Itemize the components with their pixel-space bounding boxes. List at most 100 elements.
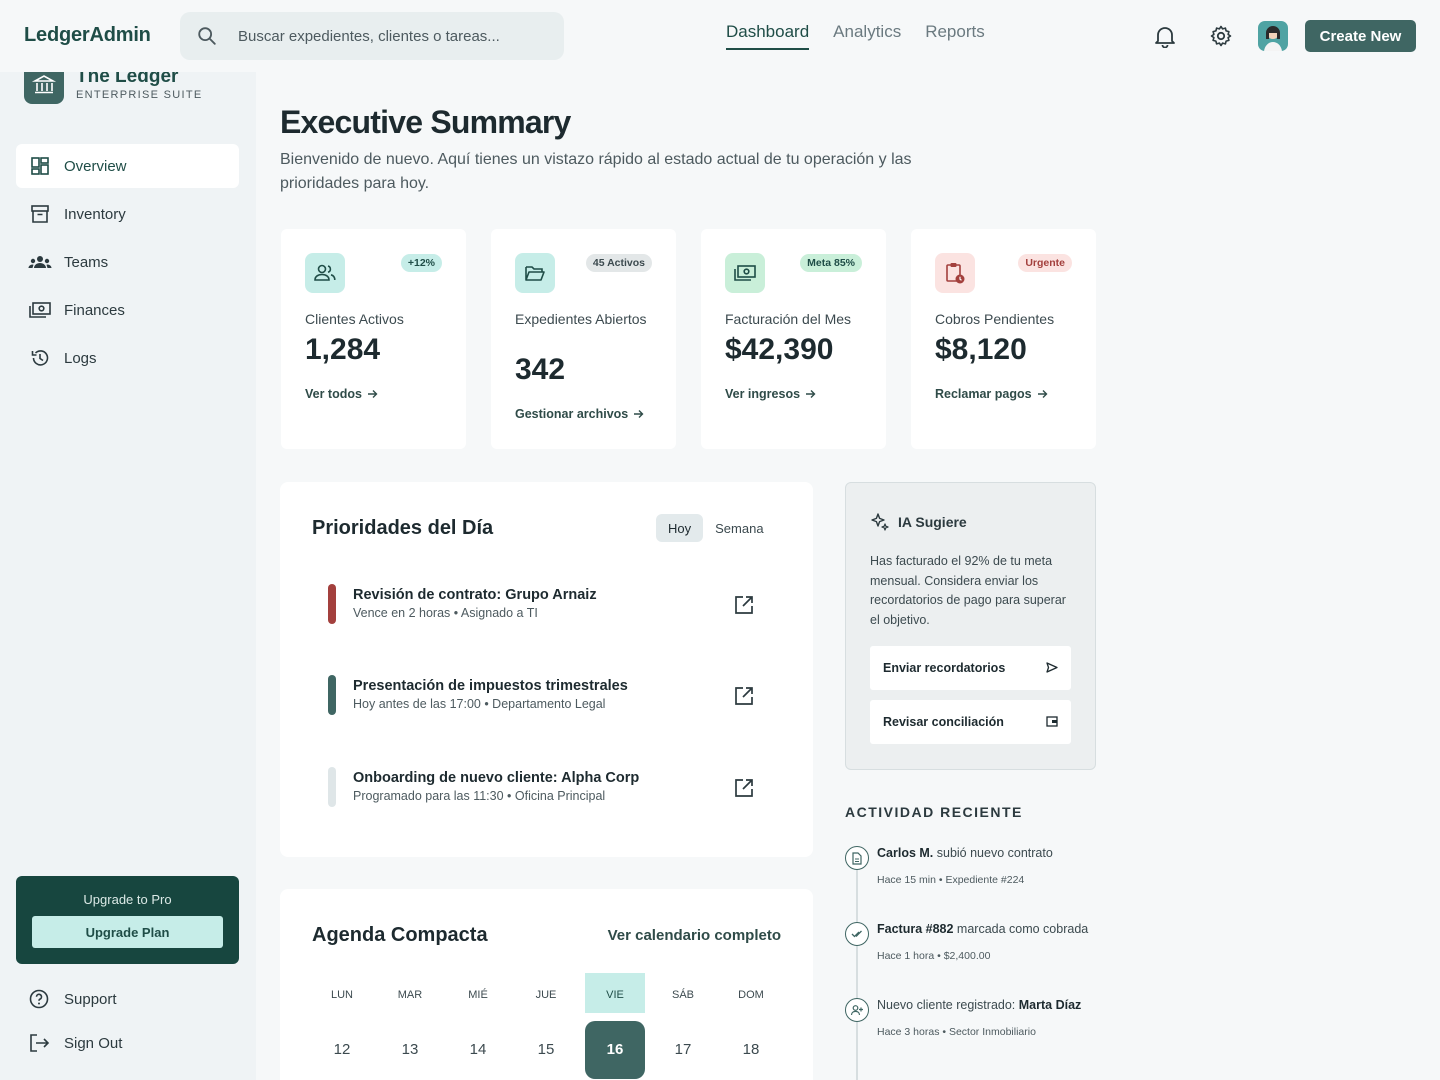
day-header: MIÉ [468,989,488,1001]
activity-text: Nuevo cliente registrado: Marta Díaz [877,998,1107,1012]
stat-label: Cobros Pendientes [935,311,1055,327]
sidebar-item-overview[interactable]: Overview [16,144,239,188]
dashboard-icon [28,154,52,178]
button-label: Revisar conciliación [883,715,1004,729]
calendar-day[interactable]: 15 [516,1021,576,1079]
sidebar-item-inventory[interactable]: Inventory [16,192,239,236]
search-input[interactable] [238,12,548,60]
task-item[interactable]: Onboarding de nuevo cliente: Alpha Corp … [328,767,768,807]
stat-link-ingresos[interactable]: Ver ingresos [725,387,816,401]
top-bar: LedgerAdmin Dashboard Analytics Reports … [0,0,1440,72]
sidebar-item-finances[interactable]: Finances [16,288,239,332]
calendar-day[interactable]: 12 [312,1021,372,1079]
activity-actor: Marta Díaz [1018,998,1082,1012]
avatar[interactable] [1258,21,1288,51]
link-label: Ver ingresos [725,387,801,401]
task-item[interactable]: Presentación de impuestos trimestrales H… [328,675,768,715]
stat-card-clientes: +12% Clientes Activos 1,284 Ver todos [281,229,466,449]
calendar-day[interactable]: 13 [380,1021,440,1079]
upgrade-label: Upgrade to Pro [83,892,172,907]
upgrade-card: Upgrade to Pro Upgrade Plan [16,876,239,964]
priority-bar [328,675,336,715]
stat-card-expedientes: 45 Activos Expedientes Abiertos 342 Gest… [491,229,676,449]
stat-value: $42,390 [725,333,834,366]
priorities-panel: Prioridades del Día Hoy Semana Revisión … [280,482,813,857]
status-badge: 45 Activos [585,254,652,272]
open-external-icon[interactable] [733,685,755,707]
stat-value: $8,120 [935,333,1027,366]
support-link[interactable]: Support [28,988,117,1010]
money-icon [725,253,765,293]
tab-semana[interactable]: Semana [703,514,775,542]
review-reconciliation-button[interactable]: Revisar conciliación [870,700,1071,744]
tab-hoy[interactable]: Hoy [656,514,704,542]
gear-icon[interactable] [1209,24,1233,48]
task-meta: Hoy antes de las 17:00 • Departamento Le… [353,697,606,711]
sidebar-item-label: Overview [64,157,127,175]
task-title: Presentación de impuestos trimestrales [353,678,628,694]
sidebar-item-logs[interactable]: Logs [16,336,239,380]
bell-icon[interactable] [1154,24,1176,48]
search-box[interactable] [180,12,564,60]
stat-label: Clientes Activos [305,311,404,327]
button-label: Enviar recordatorios [883,661,1006,675]
sidebar-item-teams[interactable]: Teams [16,240,239,284]
pending-clipboard-icon [935,253,975,293]
stat-link-ver-todos[interactable]: Ver todos [305,387,378,401]
activity-meta: Hace 15 min • Expediente #224 [877,874,1025,886]
nav-dashboard[interactable]: Dashboard [726,22,810,50]
timeline-line [856,860,858,1080]
send-reminders-button[interactable]: Enviar recordatorios [870,646,1071,690]
stat-link-reclamar[interactable]: Reclamar pagos [935,387,1048,401]
open-external-icon[interactable] [733,594,755,616]
sign-out-label: Sign Out [64,1034,123,1052]
stat-label: Facturación del Mes [725,311,852,327]
brand-logo[interactable]: LedgerAdmin [24,24,151,47]
stat-link-gestionar[interactable]: Gestionar archivos [515,407,644,421]
task-item[interactable]: Revisión de contrato: Grupo Arnaiz Vence… [328,584,768,624]
day-header: MAR [397,989,423,1001]
upgrade-plan-button[interactable]: Upgrade Plan [32,916,223,948]
arrow-right-icon [1037,389,1048,399]
agenda-title: Agenda Compacta [312,924,488,946]
calendar-day[interactable]: 17 [653,1021,713,1079]
help-icon [28,988,52,1010]
full-calendar-link[interactable]: Ver calendario completo [608,927,781,944]
ai-text: Has facturado el 92% de tu meta mensual.… [870,554,1066,628]
activity-action: Nuevo cliente registrado: [877,998,1019,1012]
arrow-right-icon [367,389,378,399]
period-toggle: Hoy Semana [656,514,776,542]
check-icon [845,922,869,946]
page-title: Executive Summary [280,104,571,140]
sidebar-item-label: Inventory [64,205,126,223]
calendar-day[interactable]: 18 [721,1021,781,1079]
document-icon [845,846,869,870]
nav-analytics[interactable]: Analytics [833,22,901,50]
activity-meta: Hace 3 horas • Sector Inmobiliario [877,1026,1036,1038]
money-icon [28,298,52,322]
activity-action: marcada como cobrada [953,922,1089,936]
groups-icon [28,250,52,274]
stat-card-cobros: Urgente Cobros Pendientes $8,120 Reclama… [911,229,1096,449]
open-external-icon[interactable] [733,777,755,799]
arrow-right-icon [805,389,816,399]
calendar-day[interactable]: 14 [448,1021,508,1079]
ai-suggestion-card: IA Sugiere Has facturado el 92% de tu me… [845,482,1096,770]
support-label: Support [64,990,117,1008]
nav-reports[interactable]: Reports [925,22,985,50]
priority-bar [328,767,336,807]
stat-label: Expedientes Abiertos [515,311,647,327]
calendar-day-today[interactable]: 16 [585,1021,645,1079]
ai-title: IA Sugiere [898,514,967,530]
sign-out-link[interactable]: Sign Out [28,1032,122,1054]
link-label: Reclamar pagos [935,387,1032,401]
wallet-icon [1046,716,1058,727]
folder-icon [515,253,555,293]
create-new-button[interactable]: Create New [1305,20,1416,52]
activity-actor: Carlos M. [877,846,934,860]
stat-value: 342 [515,353,566,386]
history-icon [28,346,52,370]
activity-text: Factura #882 marcada como cobrada [877,922,1107,936]
day-header: SÁB [671,989,694,1001]
task-meta: Vence en 2 horas • Asignado a TI [353,606,538,620]
